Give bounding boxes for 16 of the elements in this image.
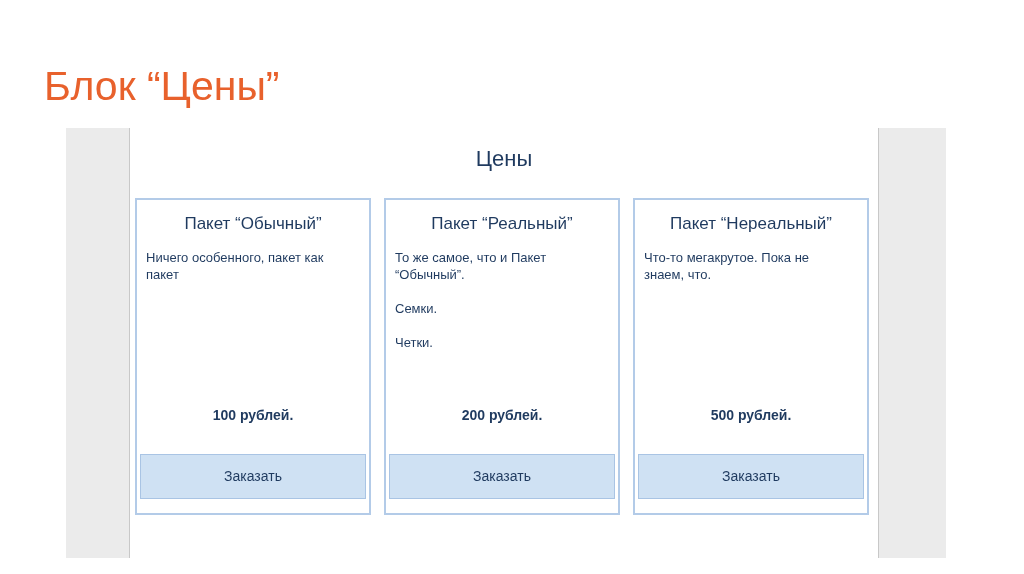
slide-title: Блок “Цены” (44, 62, 280, 110)
plan-title: Пакет “Реальный” (431, 213, 573, 235)
plan-description: Ничего особенного, пакет как пакет (146, 249, 325, 283)
plan-title: Пакет “Обычный” (184, 213, 322, 235)
plan-title: Пакет “Нереальный” (670, 213, 832, 235)
plan-description: То же самое, что и Пакет “Обычный”. (395, 249, 548, 283)
order-button[interactable]: Заказать (389, 454, 615, 499)
section-title: Цены (475, 145, 533, 170)
plan-description: Что-то мегакрутое. Пока не знаем, что. (644, 249, 811, 283)
plan-description: Четки. (395, 334, 434, 351)
plan-price: 500 рублей. (710, 406, 792, 425)
plan-price: 100 рублей. (212, 406, 294, 425)
plan-price: 200 рублей. (461, 406, 543, 425)
order-button[interactable]: Заказать (638, 454, 864, 499)
order-button[interactable]: Заказать (140, 454, 366, 499)
plan-description: Семки. (395, 300, 439, 317)
